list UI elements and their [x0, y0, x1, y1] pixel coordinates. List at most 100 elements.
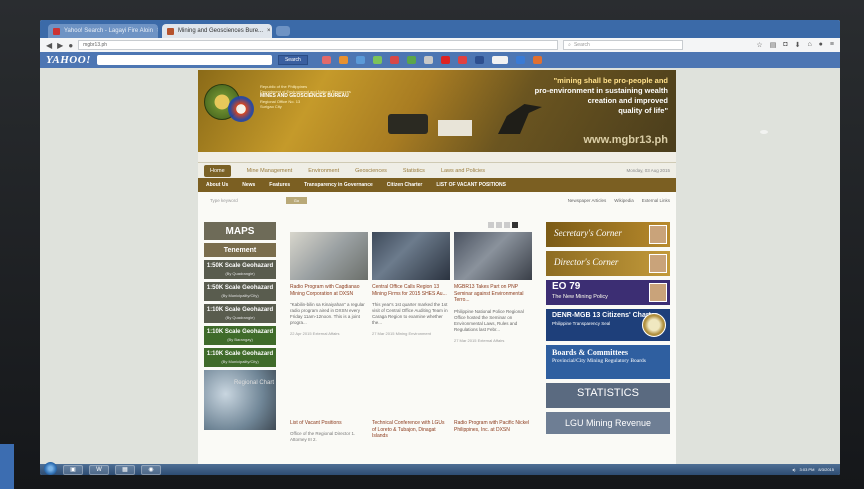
download-icon[interactable]: ⬇	[795, 41, 801, 49]
answers-icon[interactable]	[406, 56, 416, 64]
excel-taskbar-icon[interactable]: ▦	[115, 464, 135, 475]
menu-environment[interactable]: Environment	[308, 168, 339, 174]
map-button-10k-barangay[interactable]: 1:10K Scale Geohazard (By Barangay)	[204, 326, 276, 345]
news-card[interactable]: Radio Program with Pacific Nickel Philip…	[454, 416, 532, 433]
yahoo-search-button[interactable]: Search	[277, 55, 308, 65]
lgu-revenue-banner[interactable]: LGU Mining Revenue	[546, 412, 670, 434]
pocket-icon[interactable]: ◘	[783, 41, 787, 49]
volume-icon[interactable]: ◂)	[792, 467, 795, 472]
chat-icon[interactable]: ●	[819, 41, 823, 49]
news-card[interactable]: Technical Conference with LGUs of Loreto…	[372, 416, 450, 440]
menu-news[interactable]: News	[242, 182, 255, 188]
ebay-icon[interactable]	[491, 56, 508, 64]
menu-vacant-positions[interactable]: LIST OF VACANT POSITIONS	[436, 182, 506, 188]
menu-citizen-charter[interactable]: Citizen Charter	[387, 182, 423, 188]
yahoo-search-input[interactable]	[96, 55, 272, 65]
news-title[interactable]: Radio Program with Pacific Nickel Philip…	[454, 420, 532, 433]
close-tab-icon[interactable]: ×	[267, 28, 271, 34]
tab-mining[interactable]: Mining and Geosciences Bure... ×	[162, 24, 272, 38]
boards-committees-banner[interactable]: Boards & Committees Provincial/City Minin…	[546, 345, 670, 379]
quote-line: "mining shall be pro-people and	[553, 76, 668, 85]
menu-about[interactable]: About Us	[206, 182, 228, 188]
site-info-icon[interactable]: ●	[68, 41, 73, 50]
news-photo	[372, 232, 450, 280]
url-field[interactable]: mgbr13.ph	[78, 40, 559, 50]
browser-search-field[interactable]: ⌕ Search	[563, 40, 684, 50]
mgb-favicon-icon	[167, 27, 174, 35]
news-photo	[454, 232, 532, 280]
banner-label: EO 79	[552, 281, 581, 292]
site-banner: Republic of the Philippines Department o…	[198, 70, 676, 152]
bookmark-star-icon[interactable]: ☆	[756, 41, 762, 49]
word-taskbar-icon[interactable]: W	[89, 464, 109, 475]
mail-icon[interactable]	[321, 56, 331, 64]
menu-laws[interactable]: Laws and Policies	[441, 168, 485, 174]
link-wikipedia[interactable]: Wikipedia	[614, 198, 634, 203]
link-newspaper[interactable]: Newspaper Articles	[568, 198, 607, 203]
menu-transparency[interactable]: Transparency in Governance	[304, 182, 373, 188]
news-card[interactable]: List of Vacant Positions Office of the R…	[290, 416, 368, 443]
secretarys-corner-banner[interactable]: Secretary's Corner	[546, 222, 670, 247]
forward-arrow-icon[interactable]: ▶	[57, 41, 63, 50]
close-tab-icon[interactable]: ×	[157, 28, 158, 34]
clock-date[interactable]: 8/3/2015	[818, 467, 834, 472]
citizens-charter-banner[interactable]: DENR-MGB 13 Citizens' Charter Philippine …	[546, 309, 670, 341]
news-title[interactable]: MGBR13 Takes Part on PNP Seminar against…	[454, 284, 532, 304]
link-external[interactable]: External Links	[642, 198, 670, 203]
new-tab-button[interactable]	[276, 26, 290, 36]
eo79-banner[interactable]: EO 79 The New Mining Policy	[546, 280, 670, 305]
news-title[interactable]: Central Office Calls Region 13 Mining Fi…	[372, 284, 450, 297]
explorer-taskbar-icon[interactable]: ▣	[63, 464, 83, 475]
news-title[interactable]: List of Vacant Positions	[290, 420, 368, 427]
banner-sublabel: The New Mining Policy	[552, 294, 608, 300]
facebook-icon[interactable]	[474, 56, 484, 64]
tenement-button[interactable]: Tenement	[204, 243, 276, 257]
pager-dot[interactable]	[496, 222, 502, 228]
menu-statistics[interactable]: Statistics	[403, 168, 425, 174]
map-button-10k-quadrangle[interactable]: 1:10K Scale Geohazard (By Quadrangle)	[204, 304, 276, 323]
news-card[interactable]: Central Office Calls Region 13 Mining Fi…	[372, 232, 450, 336]
flag-icon[interactable]	[532, 56, 542, 64]
news-card[interactable]: MGBR13 Takes Part on PNP Seminar against…	[454, 232, 532, 343]
menu-icon[interactable]: ≡	[830, 41, 834, 49]
weather-icon[interactable]	[355, 56, 365, 64]
menu-geosciences[interactable]: Geosciences	[355, 168, 387, 174]
menu-features[interactable]: Features	[269, 182, 290, 188]
yahoo-logo[interactable]: YAHOO!	[46, 54, 91, 66]
regional-chart-banner[interactable]: Regional Chart	[204, 370, 276, 430]
finance-icon[interactable]	[372, 56, 382, 64]
news-title[interactable]: Technical Conference with LGUs of Loreto…	[372, 420, 450, 440]
map-button-10k-municipality[interactable]: 1:10K Scale Geohazard (By Municipality/Ci…	[204, 348, 276, 367]
home-icon[interactable]: ⌂	[807, 41, 811, 49]
pen-icon[interactable]	[423, 56, 433, 64]
map-button-50k-quadrangle[interactable]: 1:50K Scale Geohazard (By Quadrangle)	[204, 260, 276, 279]
news-card[interactable]: Radio Program with Cagdianao Mining Corp…	[290, 232, 368, 336]
pager-dot[interactable]	[488, 222, 494, 228]
map-button-50k-municipality[interactable]: 1:50K Scale Geohazard (By Municipality/Ci…	[204, 282, 276, 301]
games-icon[interactable]	[389, 56, 399, 64]
news-icon[interactable]	[338, 56, 348, 64]
news-title[interactable]: Radio Program with Cagdianao Mining Corp…	[290, 284, 368, 297]
firefox-taskbar-icon[interactable]: ◉	[141, 464, 161, 475]
quote-line: creation and improved	[587, 96, 668, 105]
back-arrow-icon[interactable]: ◀	[46, 41, 52, 50]
reading-list-icon[interactable]: ▤	[770, 41, 777, 49]
site-search-button[interactable]: Go	[285, 196, 308, 204]
bookmark-icon[interactable]	[440, 56, 450, 64]
pager-dot[interactable]	[504, 222, 510, 228]
menu-mine-management[interactable]: Mine Management	[247, 168, 293, 174]
site-search-input[interactable]: Type keyword	[210, 198, 238, 203]
directors-corner-banner[interactable]: Director's Corner	[546, 251, 670, 276]
statistics-banner[interactable]: STATISTICS	[546, 383, 670, 408]
tv-icon[interactable]	[515, 56, 525, 64]
clock-time[interactable]: 3:03 PM	[800, 467, 815, 472]
quick-links: Newspaper Articles Wikipedia External Li…	[568, 198, 670, 203]
news-meta: 27 Mar 2015 Mining Environment	[372, 331, 431, 336]
pager-dot-active[interactable]	[512, 222, 518, 228]
pinterest-icon[interactable]	[457, 56, 467, 64]
tab-yahoo[interactable]: Yahoo! Search - Lagayi Fire Aloin ×	[48, 24, 158, 38]
system-tray: ◂) 3:03 PM 8/3/2015	[792, 467, 834, 472]
banner-sublabel: Philippine Transparency Seal	[552, 321, 611, 326]
menu-home[interactable]: Home	[204, 164, 231, 177]
start-button-icon[interactable]	[44, 462, 57, 475]
